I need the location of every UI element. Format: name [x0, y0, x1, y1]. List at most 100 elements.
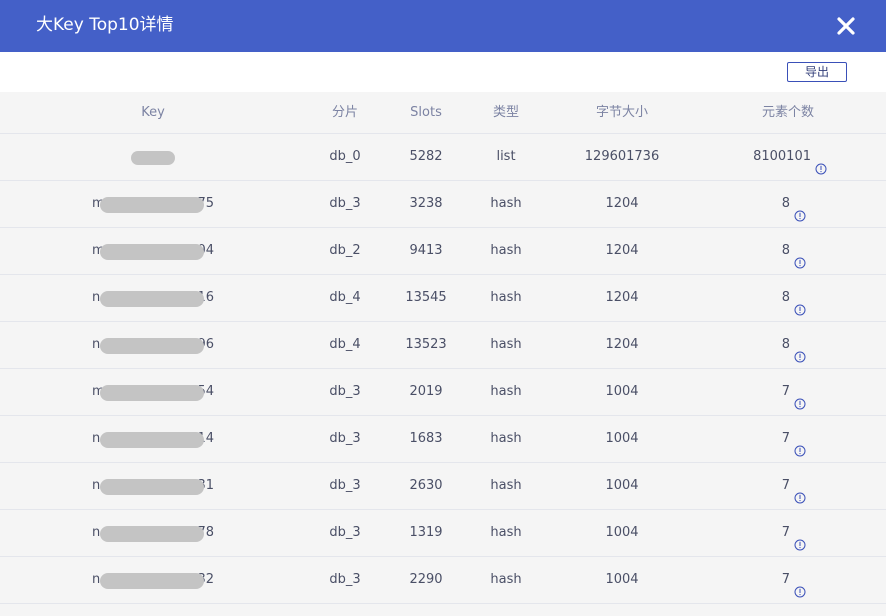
bytes-cell: 1204 [605, 243, 639, 258]
element-count-cell: 8 [782, 228, 806, 274]
type-cell: hash [490, 572, 522, 587]
type-cell: hash [490, 431, 522, 446]
key-cell [88, 134, 218, 180]
key-prefix: n [92, 478, 101, 493]
info-icon[interactable] [794, 196, 806, 222]
bytes-cell: 129601736 [584, 149, 660, 164]
key-cell: m 54 [88, 369, 218, 415]
table-row: n 14 db_3 1683 hash 1004 7 [0, 416, 886, 463]
element-count-cell: 8 [782, 275, 806, 321]
table-row: n 78 db_3 1319 hash 1004 7 [0, 510, 886, 557]
slots-cell: 9413 [409, 243, 443, 258]
element-count: 7 [781, 525, 790, 540]
type-cell: list [496, 149, 516, 164]
type-cell: hash [490, 337, 522, 352]
redacted-key-mask [131, 151, 175, 165]
redacted-key-mask [100, 432, 204, 448]
big-key-dialog: 大Key Top10详情 导出 Key 分片 Slots 类型 字节大小 元素个… [0, 0, 886, 616]
bytes-cell: 1004 [605, 431, 639, 446]
shard-cell: db_0 [329, 149, 361, 164]
table-row: n 32 db_3 2290 hash 1004 7 [0, 557, 886, 604]
dialog-header: 大Key Top10详情 [0, 0, 886, 52]
slots-cell: 1683 [409, 431, 443, 446]
element-count: 8 [781, 243, 790, 258]
key-cell: n 16 [88, 275, 218, 321]
shard-cell: db_3 [329, 196, 361, 211]
info-icon[interactable] [815, 149, 827, 175]
redacted-key-mask [100, 526, 204, 542]
type-cell: hash [490, 196, 522, 211]
table-row: m 04 db_2 9413 hash 1204 8 [0, 228, 886, 275]
slots-cell: 5282 [409, 149, 443, 164]
type-cell: hash [490, 384, 522, 399]
big-key-table: Key 分片 Slots 类型 字节大小 元素个数 db_0 5282 list 12… [0, 92, 886, 604]
shard-cell: db_4 [329, 290, 361, 305]
table-body: db_0 5282 list 129601736 8100101 m 75 db_3 3238 h… [0, 134, 886, 604]
shard-cell: db_3 [329, 525, 361, 540]
bytes-cell: 1204 [605, 337, 639, 352]
redacted-key-mask [100, 291, 204, 307]
element-count-cell: 8100101 [753, 134, 827, 180]
element-count: 7 [781, 572, 790, 587]
close-icon[interactable] [834, 14, 858, 38]
shard-cell: db_3 [329, 384, 361, 399]
key-prefix: n [92, 572, 101, 587]
key-cell: n 14 [88, 416, 218, 462]
redacted-key-mask [100, 573, 204, 589]
key-prefix: n [92, 431, 101, 446]
redacted-key-mask [100, 338, 204, 354]
table-row: n 31 db_3 2630 hash 1004 7 [0, 463, 886, 510]
element-count: 8 [781, 337, 790, 352]
info-icon[interactable] [794, 525, 806, 551]
key-cell: n 96 [88, 322, 218, 368]
info-icon[interactable] [794, 384, 806, 410]
redacted-key-mask [100, 479, 204, 495]
shard-cell: db_4 [329, 337, 361, 352]
element-count: 7 [781, 431, 790, 446]
element-count-cell: 7 [782, 557, 806, 603]
info-icon[interactable] [794, 337, 806, 363]
key-cell: n 32 [88, 557, 218, 603]
info-icon[interactable] [794, 431, 806, 457]
bytes-cell: 1004 [605, 478, 639, 493]
element-count-cell: 7 [782, 510, 806, 556]
shard-cell: db_3 [329, 431, 361, 446]
key-cell: m 75 [88, 181, 218, 227]
bytes-cell: 1004 [605, 572, 639, 587]
slots-cell: 2019 [409, 384, 443, 399]
export-button[interactable]: 导出 [787, 62, 847, 82]
element-count-cell: 7 [782, 463, 806, 509]
key-prefix: n [92, 337, 101, 352]
element-count: 8100101 [753, 149, 811, 164]
bytes-cell: 1004 [605, 525, 639, 540]
type-cell: hash [490, 243, 522, 258]
slots-cell: 13523 [405, 337, 447, 352]
redacted-key-mask [100, 244, 204, 260]
slots-cell: 2630 [409, 478, 443, 493]
bytes-cell: 1204 [605, 290, 639, 305]
column-header-bytes: 字节大小 [595, 105, 649, 120]
column-header-slots: Slots [410, 105, 442, 120]
column-header-shard: 分片 [331, 105, 359, 120]
table-row: m 54 db_3 2019 hash 1004 7 [0, 369, 886, 416]
info-icon[interactable] [794, 572, 806, 598]
slots-cell: 1319 [409, 525, 443, 540]
bytes-cell: 1204 [605, 196, 639, 211]
type-cell: hash [490, 290, 522, 305]
column-header-elements: 元素个数 [761, 105, 815, 120]
element-count: 7 [781, 478, 790, 493]
info-icon[interactable] [794, 243, 806, 269]
table-row: db_0 5282 list 129601736 8100101 [0, 134, 886, 181]
info-icon[interactable] [794, 478, 806, 504]
element-count: 8 [781, 196, 790, 211]
element-count: 8 [781, 290, 790, 305]
slots-cell: 3238 [409, 196, 443, 211]
slots-cell: 13545 [405, 290, 447, 305]
table-header: Key 分片 Slots 类型 字节大小 元素个数 [0, 92, 886, 134]
toolbar: 导出 [0, 52, 886, 92]
info-icon[interactable] [794, 290, 806, 316]
shard-cell: db_3 [329, 478, 361, 493]
key-prefix: n [92, 290, 101, 305]
redacted-key-mask [100, 385, 204, 401]
dialog-title: 大Key Top10详情 [36, 15, 174, 35]
